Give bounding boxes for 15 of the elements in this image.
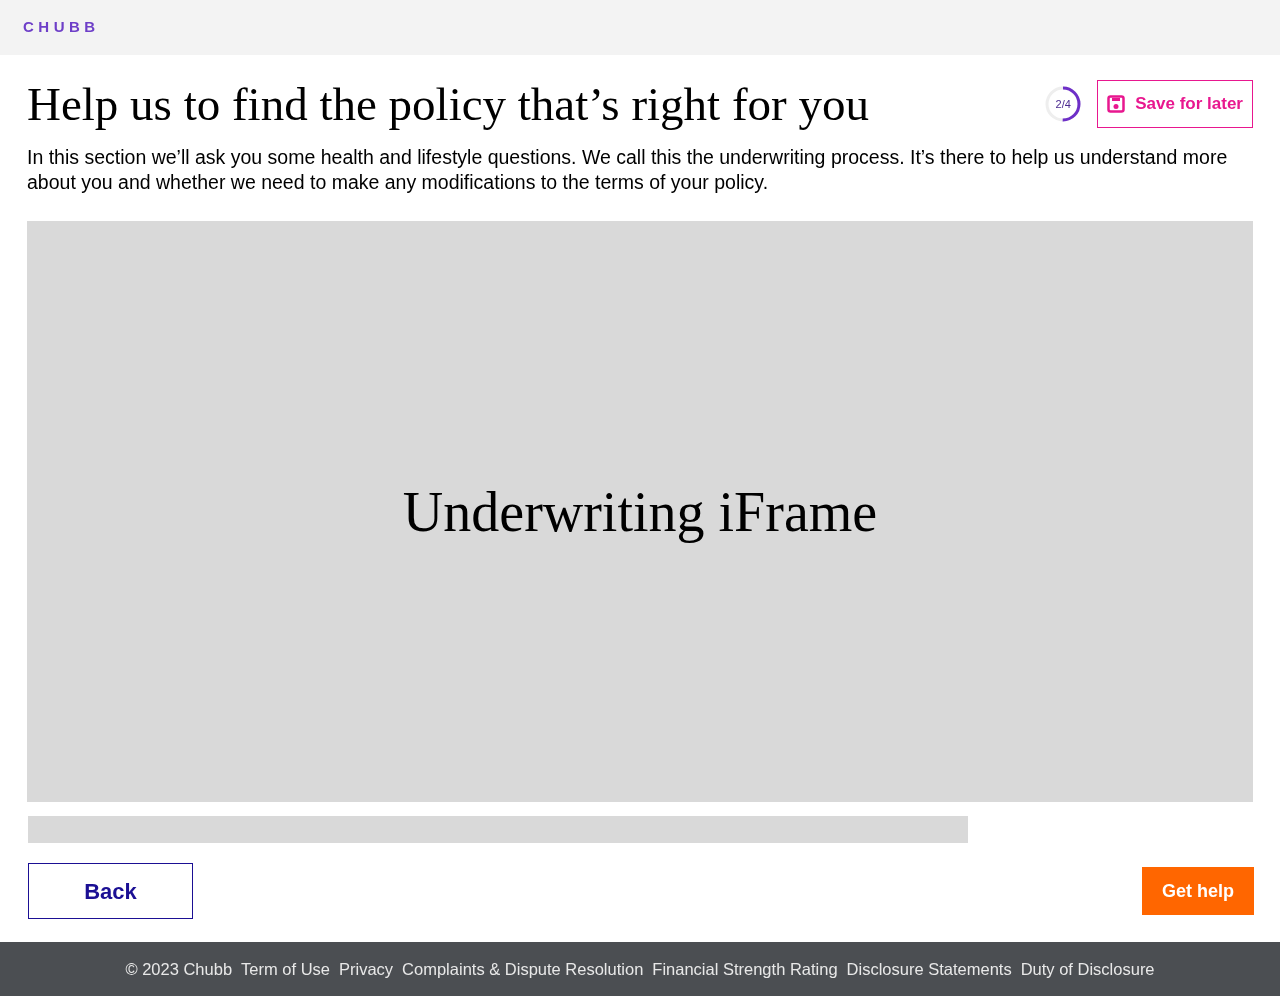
- save-for-later-button[interactable]: Save for later: [1097, 80, 1253, 128]
- intro-text: In this section we’ll ask you some health and lifestyle questions. We call this the underwriting process. It’s there to help us understand more about you and whether we need to make any modifications to the terms of your policy.: [27, 145, 1229, 195]
- copyright-text: © 2023 Chubb: [125, 958, 233, 980]
- logo[interactable]: CHUBB: [23, 16, 100, 39]
- back-button[interactable]: Back: [28, 863, 193, 919]
- save-icon: [1107, 95, 1126, 113]
- footer-link[interactable]: Financial Strength Rating: [652, 956, 838, 982]
- footer-link[interactable]: Complaints & Dispute Resolution: [402, 956, 644, 982]
- page-title: Help us to find the policy that’s right for you: [27, 77, 869, 131]
- footer-link[interactable]: Term of Use: [241, 956, 330, 982]
- footer-link[interactable]: Disclosure Statements: [846, 956, 1012, 982]
- iframe-label: Underwriting iFrame: [402, 479, 878, 545]
- progress-ring: 2/4: [1044, 85, 1083, 123]
- footer-link[interactable]: Duty of Disclosure: [1020, 956, 1155, 982]
- footer-link[interactable]: Privacy: [339, 956, 394, 982]
